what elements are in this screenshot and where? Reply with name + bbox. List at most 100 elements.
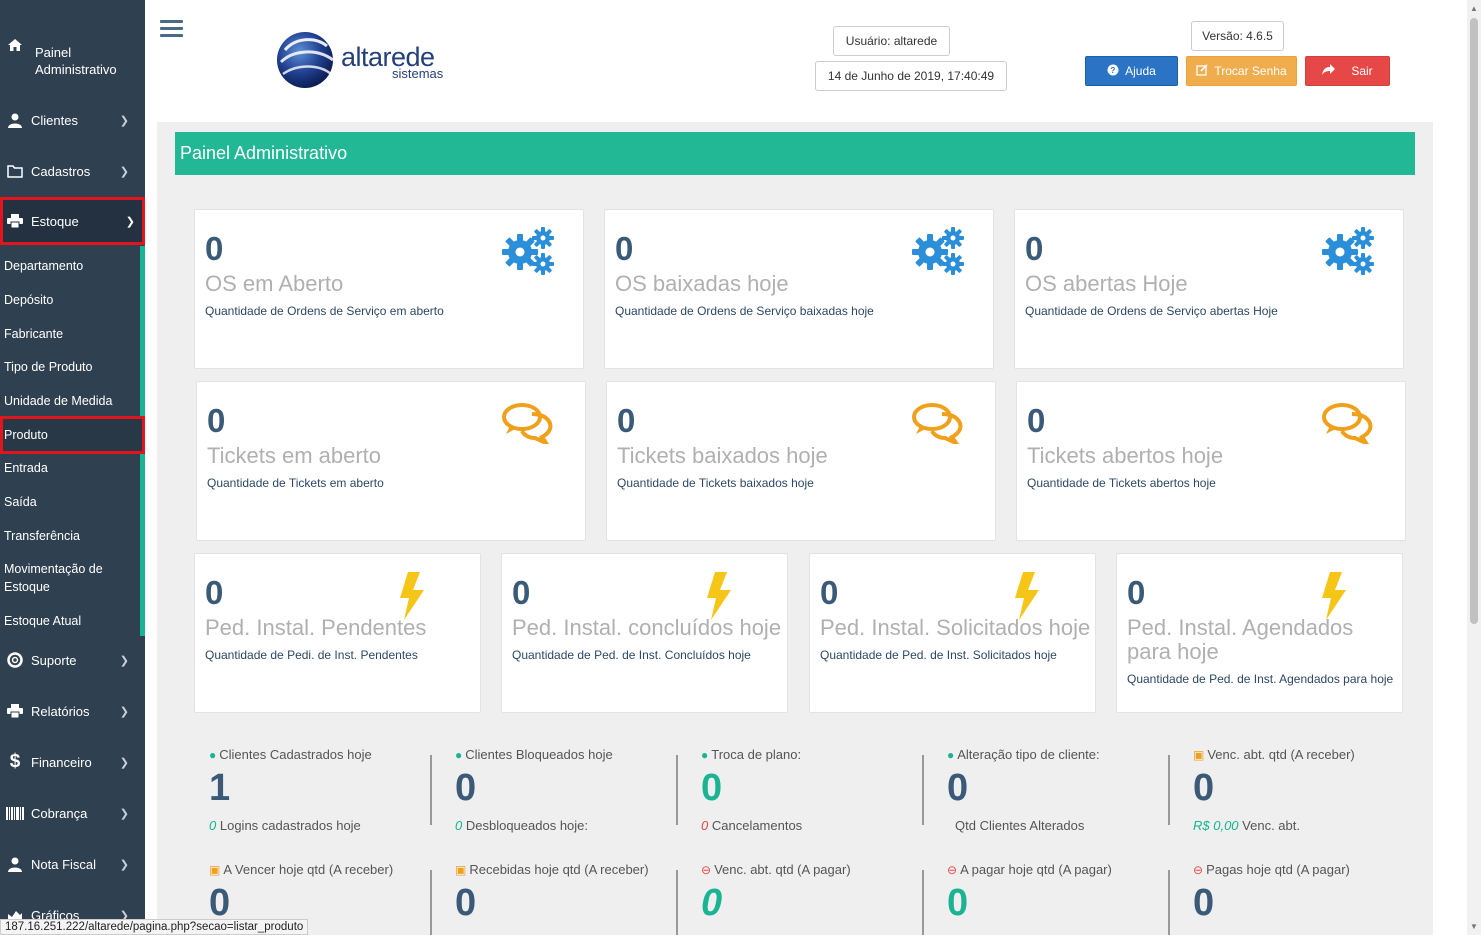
card-count: 0 xyxy=(1127,574,1146,611)
stat-foot-value: 0 xyxy=(209,818,217,833)
dollar-icon: $ xyxy=(9,751,21,772)
submenu-estoque-atual[interactable]: Estoque Atual xyxy=(4,612,81,630)
minus-circle-icon: ⊖ xyxy=(947,863,958,877)
card-title: Tickets abertos hoje xyxy=(1027,443,1224,468)
card-description: Quantidade de Tickets em aberto xyxy=(207,476,384,490)
user-icon xyxy=(5,857,25,872)
os-card-opened-today[interactable]: 0 OS abertas Hoje Quantidade de Ordens d… xyxy=(1014,209,1404,369)
card-description: Quantidade de Ped. de Inst. Solicitados … xyxy=(820,648,1057,662)
scroll-up-icon[interactable]: ▲ xyxy=(1470,4,1478,13)
submenu-fabricante[interactable]: Fabricante xyxy=(4,325,63,343)
stat-heading: Clientes Bloqueados hoje xyxy=(465,747,613,762)
install-card-pending[interactable]: 0 Ped. Instal. Pendentes Quantidade de P… xyxy=(194,553,481,713)
change-password-button[interactable]: Trocar Senha xyxy=(1186,56,1297,86)
submenu-departamento[interactable]: Departamento xyxy=(4,257,83,275)
sidebar-item-painel[interactable]: Painel Administrativo xyxy=(0,39,145,84)
gears-icon xyxy=(502,227,554,275)
submenu-entrada[interactable]: Entrada xyxy=(4,459,48,477)
minus-circle-icon: ⊖ xyxy=(1193,863,1204,877)
printer-icon xyxy=(5,704,25,718)
card-description: Quantidade de Ordens de Serviço baixadas… xyxy=(615,304,874,318)
card-title: OS abertas Hoje xyxy=(1025,271,1188,296)
lightning-icon xyxy=(1322,572,1346,620)
submenu-saida[interactable]: Saída xyxy=(4,493,37,511)
minus-circle-icon: ⊖ xyxy=(701,863,712,877)
menu-toggle-button[interactable] xyxy=(160,20,183,38)
card-count: 0 xyxy=(1025,230,1044,267)
sidebar-item-financeiro[interactable]: $ Financeiro ❯ xyxy=(0,750,145,774)
card-count: 0 xyxy=(615,230,634,267)
install-card-completed-today[interactable]: 0 Ped. Instal. concluídos hoje Quantidad… xyxy=(501,553,788,713)
logo-subtext: sistemas xyxy=(392,66,444,81)
stat-clients-registered-today: ● Clientes Cadastrados hoje 1 0 Logins ca… xyxy=(209,747,372,833)
stat-value: 0 xyxy=(1193,767,1215,809)
submenu-transferencia[interactable]: Transferência xyxy=(4,527,80,545)
stat-received-today: ▣ Recebidas hoje qtd (A receber) 0 xyxy=(455,862,649,923)
submenu-deposito[interactable]: Depósito xyxy=(4,291,53,309)
stat-foot-value: 0 xyxy=(701,818,709,833)
stat-value: 0 xyxy=(455,882,477,924)
folder-icon xyxy=(5,164,25,178)
lifebuoy-icon xyxy=(5,652,25,668)
lightning-icon xyxy=(707,572,731,620)
submenu-unidade-medida[interactable]: Unidade de Medida xyxy=(4,392,112,410)
card-count: 0 xyxy=(820,574,839,611)
help-button-label: Ajuda xyxy=(1125,64,1156,78)
user-box: Usuário: altarede xyxy=(833,26,950,56)
divider xyxy=(922,870,924,935)
page-scrollbar[interactable]: ▲ ▼ xyxy=(1467,0,1481,935)
stat-heading: Recebidas hoje qtd (A receber) xyxy=(469,862,649,877)
sidebar-item-cadastros[interactable]: Cadastros ❯ xyxy=(0,159,145,183)
scroll-down-icon[interactable]: ▼ xyxy=(1470,922,1478,931)
card-title: Ped. Instal. Agendados para hoje xyxy=(1127,615,1354,664)
chevron-down-icon: ❯ xyxy=(119,654,129,667)
stat-heading: Alteração tipo de cliente: xyxy=(957,747,1100,762)
stock-submenu: Departamento Depósito Fabricante Tipo de… xyxy=(0,246,145,636)
card-title: Ped. Instal. concluídos hoje xyxy=(512,615,782,640)
card-count: 0 xyxy=(207,402,226,439)
sidebar-item-suporte[interactable]: Suporte ❯ xyxy=(0,648,145,672)
sidebar-item-estoque[interactable]: Estoque ❯ xyxy=(0,197,145,245)
barcode-icon xyxy=(5,806,25,820)
submenu-movimentacao[interactable]: Movimentação de Estoque xyxy=(4,560,114,596)
chevron-down-icon: ❯ xyxy=(119,756,129,769)
card-description: Quantidade de Ped. de Inst. Concluídos h… xyxy=(512,648,751,662)
ticket-card-opened-today[interactable]: 0 Tickets abertos hoje Quantidade de Tic… xyxy=(1016,381,1406,541)
submenu-tipo-produto[interactable]: Tipo de Produto xyxy=(4,358,92,376)
help-button[interactable]: ? Ajuda xyxy=(1085,56,1178,86)
divider xyxy=(1168,755,1170,825)
sidebar-item-clientes[interactable]: Clientes ❯ xyxy=(0,108,145,132)
stat-value: 1 xyxy=(209,767,231,809)
sidebar-item-label: Relatórios xyxy=(31,703,90,719)
sidebar-item-nota-fiscal[interactable]: Nota Fiscal ❯ xyxy=(0,852,145,876)
stat-due-today-receivable: ▣ A Vencer hoje qtd (A receber) 0 xyxy=(209,862,393,923)
card-title: Tickets baixados hoje xyxy=(617,443,828,468)
chat-bubbles-icon xyxy=(502,403,553,444)
exit-button[interactable]: Sair xyxy=(1305,56,1390,86)
install-card-scheduled-today[interactable]: 0 Ped. Instal. Agendados para hoje Quant… xyxy=(1116,553,1403,713)
datetime-box: 14 de Junho de 2019, 17:40:49 xyxy=(815,61,1007,91)
stat-heading: A pagar hoje qtd (A pagar) xyxy=(960,862,1112,877)
stat-value: 0 xyxy=(1193,882,1215,924)
sidebar-item-cobranca[interactable]: Cobrança ❯ xyxy=(0,801,145,825)
os-card-closed-today[interactable]: 0 OS baixadas hoje Quantidade de Ordens … xyxy=(604,209,994,369)
ticket-card-closed-today[interactable]: 0 Tickets baixados hoje Quantidade de Ti… xyxy=(606,381,996,541)
sidebar-item-relatorios[interactable]: Relatórios ❯ xyxy=(0,699,145,723)
chevron-down-icon: ❯ xyxy=(119,807,129,820)
scrollbar-thumb[interactable] xyxy=(1470,18,1478,624)
sidebar-item-label: Clientes xyxy=(31,112,78,128)
divider xyxy=(676,755,678,825)
card-description: Quantidade de Pedi. de Inst. Pendentes xyxy=(205,648,418,662)
submenu-produto[interactable]: Produto xyxy=(0,416,145,454)
lightning-icon xyxy=(400,572,424,620)
sidebar-item-label: Financeiro xyxy=(31,754,92,770)
edit-icon xyxy=(1196,63,1208,79)
os-card-open[interactable]: 0 OS em Aberto Quantidade de Ordens de S… xyxy=(194,209,584,369)
card-title: Ped. Instal. Solicitados hoje xyxy=(820,615,1091,640)
stat-heading: Venc. abt. qtd (A receber) xyxy=(1207,747,1355,762)
divider xyxy=(676,870,678,935)
card-description: Quantidade de Ordens de Serviço em abert… xyxy=(205,304,444,318)
ticket-card-open[interactable]: 0 Tickets em aberto Quantidade de Ticket… xyxy=(196,381,586,541)
install-card-requested-today[interactable]: 0 Ped. Instal. Solicitados hoje Quantida… xyxy=(809,553,1096,713)
version-box: Versão: 4.6.5 xyxy=(1191,21,1284,51)
